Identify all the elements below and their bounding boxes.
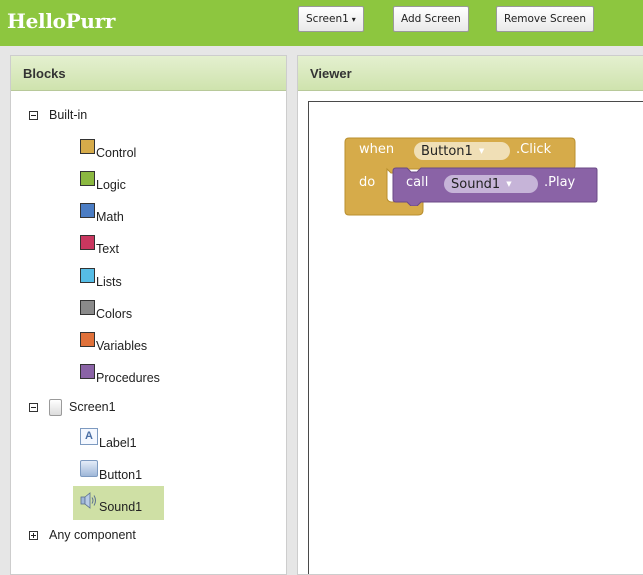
collapse-toggle-icon[interactable] (29, 110, 38, 120)
dropdown-arrow-icon: ▼ (506, 180, 512, 188)
add-screen-button[interactable]: Add Screen (393, 6, 469, 32)
category-label: Colors (96, 307, 133, 321)
component-button1[interactable]: Button1 (80, 459, 143, 483)
top-bar: HelloPurr Screen1 ▾ Add Screen Remove Scr… (0, 0, 643, 46)
button-icon (80, 459, 98, 477)
category-variables[interactable]: Variables (80, 331, 148, 354)
viewer-panel: Viewer (297, 55, 643, 575)
expand-toggle-icon[interactable] (29, 530, 38, 540)
category-label: Logic (96, 178, 126, 192)
category-label: Variables (96, 339, 148, 353)
call-component-dropdown[interactable]: Sound1 ▼ (444, 175, 538, 193)
text-swatch-icon (80, 234, 95, 250)
category-label: Text (96, 242, 119, 256)
viewer-panel-title: Viewer (298, 56, 643, 91)
colors-swatch-icon (80, 299, 95, 315)
category-procedures[interactable]: Procedures (80, 363, 160, 386)
method-name: .Play (544, 175, 576, 190)
category-label: Lists (96, 275, 122, 289)
category-control[interactable]: Control (80, 138, 137, 161)
screen-select-label: Screen1 (306, 13, 349, 25)
dropdown-arrow-icon: ▾ (351, 15, 356, 24)
blocks-panel-title: Blocks (11, 56, 286, 91)
control-swatch-icon (80, 138, 95, 154)
event-component-label: Button1 (421, 144, 473, 159)
screen-select-dropdown[interactable]: Screen1 ▾ (298, 6, 364, 32)
event-component-dropdown[interactable]: Button1 ▼ (414, 142, 510, 160)
component-label: Label1 (99, 436, 137, 450)
event-name: .Click (516, 142, 552, 157)
tree-node-screen1-label: Screen1 (69, 400, 116, 414)
remove-screen-button[interactable]: Remove Screen (496, 6, 595, 32)
screen-icon (49, 398, 62, 416)
when-keyword: when (359, 142, 395, 157)
category-colors[interactable]: Colors (80, 299, 133, 322)
category-text[interactable]: Text (80, 234, 119, 257)
tree-node-builtin-label: Built-in (49, 108, 88, 122)
math-swatch-icon (80, 202, 95, 218)
tree-node-any-component[interactable]: Any component (29, 524, 136, 546)
tree-node-any-component-label: Any component (49, 528, 136, 542)
dropdown-arrow-icon: ▼ (478, 147, 485, 155)
component-label1[interactable]: A Label1 (80, 427, 137, 451)
label-icon: A (80, 427, 98, 445)
component-label: Sound1 (99, 500, 143, 514)
lists-swatch-icon (80, 267, 95, 283)
speaker-icon (80, 491, 96, 509)
procedures-swatch-icon (80, 363, 95, 379)
do-keyword: do (359, 175, 376, 190)
category-label: Control (96, 146, 137, 160)
category-logic[interactable]: Logic (80, 170, 126, 193)
logic-swatch-icon (80, 170, 95, 186)
call-keyword: call (406, 175, 429, 190)
component-label: Button1 (99, 468, 143, 482)
tree-node-builtin[interactable]: Built-in (29, 104, 87, 126)
category-label: Math (96, 210, 124, 224)
component-sound1[interactable]: Sound1 (80, 491, 143, 515)
category-lists[interactable]: Lists (80, 267, 122, 290)
collapse-toggle-icon[interactable] (29, 402, 38, 412)
call-component-label: Sound1 (451, 177, 501, 192)
category-math[interactable]: Math (80, 202, 124, 225)
variables-swatch-icon (80, 331, 95, 347)
app-title: HelloPurr (7, 9, 116, 33)
tree-node-screen1[interactable]: Screen1 (29, 396, 116, 418)
category-label: Procedures (96, 371, 160, 385)
